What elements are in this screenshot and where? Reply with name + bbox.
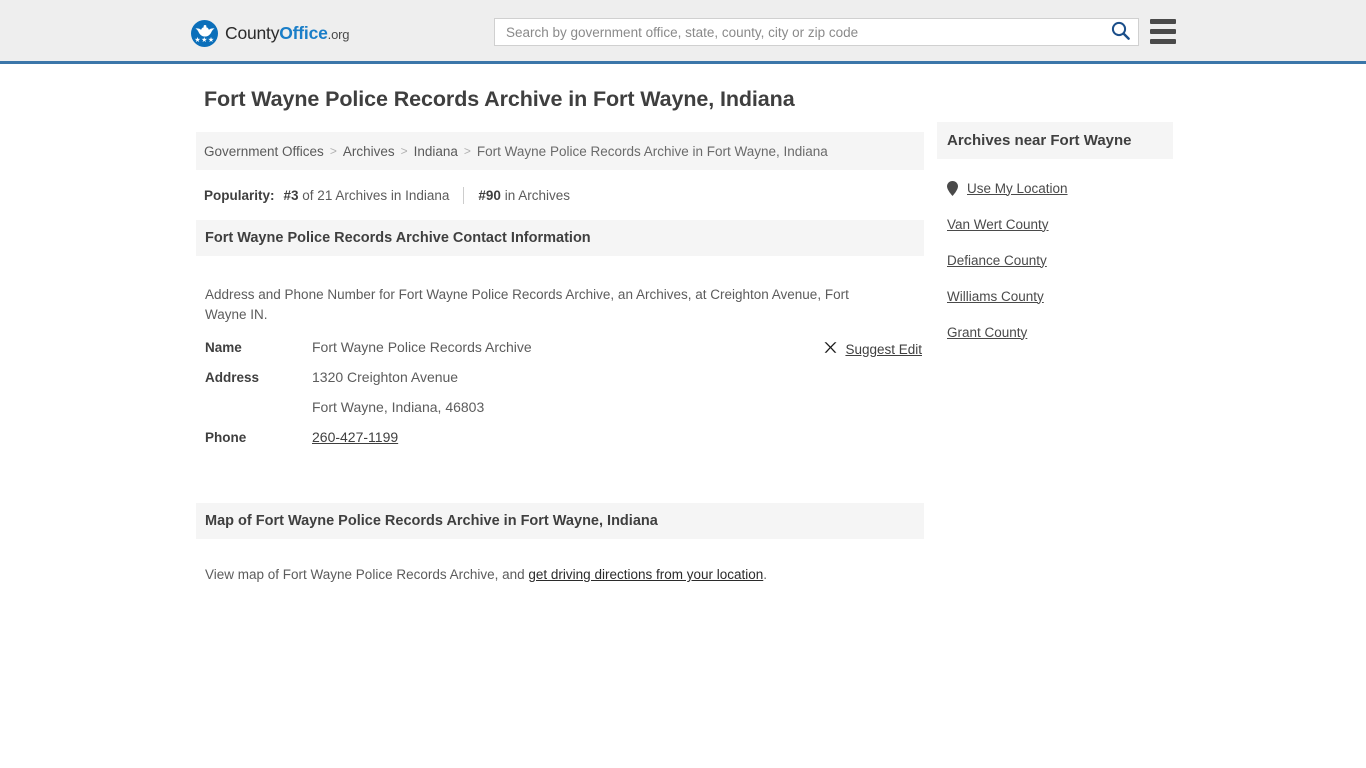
driving-directions-link[interactable]: get driving directions from your locatio…	[528, 567, 763, 582]
menu-bar-1	[1150, 19, 1176, 24]
sidebar-item-williams-county[interactable]: Williams County	[937, 278, 1173, 314]
contact-value-name: Fort Wayne Police Records Archive	[312, 338, 532, 355]
popularity-divider	[463, 186, 465, 204]
breadcrumb-separator-1: >	[329, 144, 337, 158]
logo-text-office: Office	[279, 22, 328, 43]
suggest-edit-label: Suggest Edit	[845, 342, 922, 357]
page-title: Fort Wayne Police Records Archive in For…	[204, 87, 795, 111]
popularity-state-text: of 21 Archives in Indiana	[298, 187, 450, 203]
breadcrumb-separator-3: >	[463, 144, 471, 158]
breadcrumb-item-indiana[interactable]: Indiana	[414, 144, 458, 159]
phone-link[interactable]: 260-427-1199	[312, 429, 398, 445]
contact-section-description: Address and Phone Number for Fort Wayne …	[205, 286, 849, 322]
breadcrumb: Government Offices > Archives > Indiana …	[196, 132, 924, 170]
popularity-national-rank: #90	[478, 187, 501, 203]
popularity-label: Popularity:	[204, 187, 275, 203]
sidebar: Archives near Fort Wayne Use My Location…	[937, 122, 1173, 350]
search-button[interactable]	[1102, 19, 1138, 45]
menu-bar-2	[1150, 29, 1176, 34]
site-logo[interactable]: ★★★ CountyOffice.org	[191, 19, 349, 47]
map-desc-before: View map of Fort Wayne Police Records Ar…	[205, 567, 529, 582]
popularity-national: #90 in Archives	[478, 188, 570, 203]
sidebar-list: Use My Location Van Wert County Defiance…	[937, 170, 1173, 350]
main-content: Fort Wayne Police Records Archive in For…	[196, 86, 924, 596]
logo-text-org: .org	[327, 26, 350, 42]
eagle-seal-icon: ★★★	[191, 19, 218, 47]
edit-pencil-icon	[823, 340, 838, 360]
hamburger-menu-icon[interactable]	[1150, 19, 1176, 44]
popularity-state: #3 of 21 Archives in Indiana	[284, 188, 450, 203]
map-section-description: View map of Fort Wayne Police Records Ar…	[196, 552, 924, 582]
search-icon	[1111, 21, 1130, 43]
contact-value-address-line2: Fort Wayne, Indiana, 46803	[312, 398, 485, 415]
sidebar-link-van-wert-county[interactable]: Van Wert County	[947, 217, 1049, 232]
contact-key-name: Name	[205, 339, 242, 355]
suggest-edit-link[interactable]: Suggest Edit	[823, 340, 922, 360]
sidebar-item-defiance-county[interactable]: Defiance County	[937, 242, 1173, 278]
search-input[interactable]	[495, 19, 1102, 45]
popularity-row: Popularity: #3 of 21 Archives in Indiana…	[196, 170, 924, 204]
breadcrumb-item-government-offices[interactable]: Government Offices	[204, 144, 324, 159]
sidebar-item-grant-county[interactable]: Grant County	[937, 314, 1173, 350]
popularity-state-rank: #3	[283, 187, 299, 203]
sidebar-link-defiance-county[interactable]: Defiance County	[947, 253, 1047, 268]
contact-section-heading: Fort Wayne Police Records Archive Contac…	[196, 220, 924, 256]
sidebar-item-van-wert-county[interactable]: Van Wert County	[937, 206, 1173, 242]
breadcrumb-item-current: Fort Wayne Police Records Archive in For…	[476, 143, 828, 159]
breadcrumb-item-archives[interactable]: Archives	[343, 144, 395, 159]
logo-text: CountyOffice.org	[225, 23, 349, 44]
stars-icon: ★★★	[194, 36, 215, 44]
popularity-national-text: in Archives	[500, 187, 570, 203]
sidebar-link-williams-county[interactable]: Williams County	[947, 289, 1044, 304]
contact-row-name: Name Fort Wayne Police Records Archive	[205, 339, 924, 369]
contact-row-address: Address 1320 Creighton Avenue	[205, 369, 924, 399]
contact-key-phone: Phone	[205, 429, 247, 445]
sidebar-heading: Archives near Fort Wayne	[937, 122, 1173, 159]
map-desc-after: .	[763, 567, 768, 582]
sidebar-link-grant-county[interactable]: Grant County	[947, 325, 1027, 340]
map-section-heading: Map of Fort Wayne Police Records Archive…	[196, 502, 924, 539]
map-pin-icon	[947, 180, 958, 196]
logo-text-county: County	[225, 22, 280, 43]
contact-row-phone: Phone 260-427-1199	[205, 429, 924, 459]
search-box[interactable]	[494, 18, 1139, 46]
site-header: ★★★ CountyOffice.org	[0, 0, 1366, 64]
contact-key-address: Address	[205, 369, 260, 385]
contact-row-address-line2: Fort Wayne, Indiana, 46803	[205, 399, 924, 429]
sidebar-link-use-my-location[interactable]: Use My Location	[967, 181, 1068, 196]
breadcrumb-separator-2: >	[400, 144, 408, 158]
contact-table: Suggest Edit Name Fort Wayne Police Reco…	[196, 339, 924, 459]
contact-value-address-line1: 1320 Creighton Avenue	[312, 368, 459, 385]
contact-value-phone: 260-427-1199	[312, 429, 398, 445]
sidebar-item-use-my-location[interactable]: Use My Location	[937, 170, 1173, 206]
menu-bar-3	[1150, 39, 1176, 44]
